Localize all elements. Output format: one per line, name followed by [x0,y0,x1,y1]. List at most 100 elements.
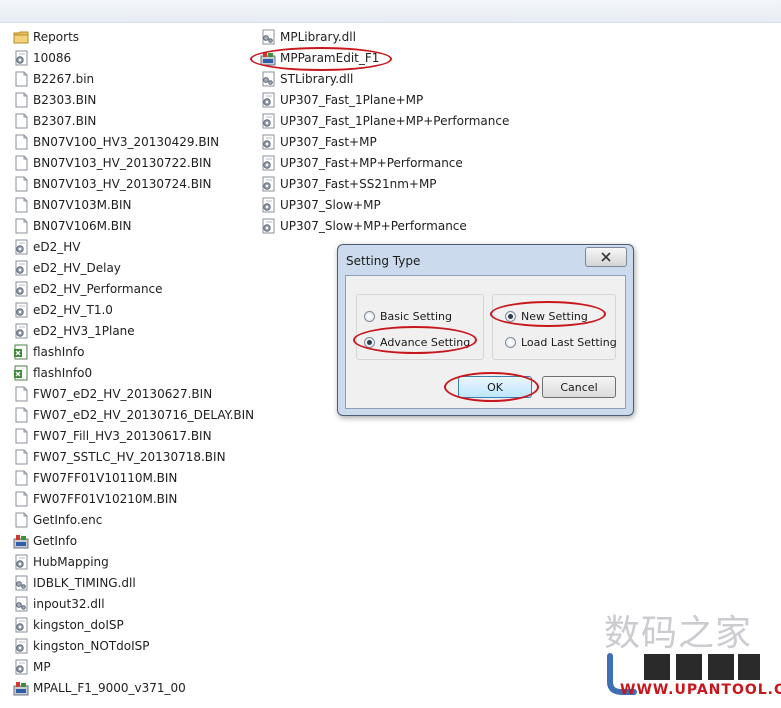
file-name: UP307_Fast+MP [280,135,377,149]
blank-file-icon [13,218,29,234]
file-item[interactable]: UP307_Slow+MP+Performance [260,217,469,235]
file-item[interactable]: UP307_Fast_1Plane+MP+Performance [260,112,511,130]
config-file-icon [260,113,276,129]
file-item[interactable]: MPParamEdit_F1 [260,49,381,67]
file-item[interactable]: inpout32.dll [13,595,107,613]
spreadsheet-file-icon [13,344,29,360]
config-file-icon [13,281,29,297]
file-name: BN07V103_HV_20130722.BIN [33,156,212,170]
config-file-icon [13,302,29,318]
file-item[interactable]: eD2_HV_Performance [13,280,165,298]
close-icon [601,252,611,262]
radio-load-last-setting-label: Load Last Setting [521,335,617,349]
file-item[interactable]: 10086 [13,49,73,67]
file-item[interactable]: B2267.bin [13,70,96,88]
config-file-icon [260,92,276,108]
file-item[interactable]: GetInfo.enc [13,511,104,529]
application-icon [13,533,29,549]
blank-file-icon [13,386,29,402]
config-file-icon [13,554,29,570]
radio-load-last-setting[interactable]: Load Last Setting [505,334,617,350]
blank-file-icon [13,470,29,486]
config-file-icon [13,239,29,255]
file-name: FW07_eD2_HV_20130627.BIN [33,387,213,401]
file-name: FW07FF01V10110M.BIN [33,471,178,485]
file-item[interactable]: UP307_Slow+MP [260,196,383,214]
dialog-client-area: Basic Setting Advance Setting New Settin… [345,275,626,409]
file-item[interactable]: FW07FF01V10210M.BIN [13,490,179,508]
radio-dot-new [505,310,516,322]
file-name: eD2_HV_Performance [33,282,163,296]
radio-basic-setting[interactable]: Basic Setting [364,308,452,324]
file-item[interactable]: FW07_SSTLC_HV_20130718.BIN [13,448,228,466]
file-name: eD2_HV3_1Plane [33,324,135,338]
file-item[interactable]: eD2_HV3_1Plane [13,322,137,340]
file-item[interactable]: UP307_Fast+SS21nm+MP [260,175,439,193]
file-name: UP307_Fast_1Plane+MP+Performance [280,114,510,128]
blank-file-icon [13,197,29,213]
cancel-button[interactable]: Cancel [542,376,616,398]
file-item[interactable]: flashInfo0 [13,364,94,382]
file-item[interactable]: kingston_NOTdoISP [13,637,152,655]
file-name: MPLibrary.dll [280,30,356,44]
explorer-toolbar-strip [0,0,781,23]
file-item[interactable]: flashInfo [13,343,86,361]
radio-dot-advance [364,336,375,348]
radio-dot-load-last [505,336,516,348]
file-item[interactable]: FW07_Fill_HV3_20130617.BIN [13,427,214,445]
file-item[interactable]: BN07V106M.BIN [13,217,134,235]
file-name: FW07_Fill_HV3_20130617.BIN [33,429,212,443]
file-name: eD2_HV [33,240,81,254]
config-file-icon [260,218,276,234]
file-item[interactable]: eD2_HV_Delay [13,259,123,277]
file-item[interactable]: BN07V103M.BIN [13,196,134,214]
blank-file-icon [13,134,29,150]
config-file-icon [13,260,29,276]
file-item[interactable]: eD2_HV_T1.0 [13,301,115,319]
file-item[interactable]: kingston_doISP [13,616,126,634]
radio-advance-setting-label: Advance Setting [380,335,471,349]
file-item[interactable]: STLibrary.dll [260,70,355,88]
file-item[interactable]: MPLibrary.dll [260,28,358,46]
ok-button[interactable]: OK [458,376,532,398]
file-name: UP307_Fast_1Plane+MP [280,93,424,107]
file-item[interactable]: GetInfo [13,532,79,550]
file-item[interactable]: FW07FF01V10110M.BIN [13,469,179,487]
setting-level-group [356,294,484,360]
radio-new-setting[interactable]: New Setting [505,308,588,324]
file-item[interactable]: MP [13,658,53,676]
file-item[interactable]: FW07_eD2_HV_20130716_DELAY.BIN [13,406,256,424]
file-name: B2303.BIN [33,93,97,107]
radio-dot-basic [364,310,375,322]
file-item[interactable]: Reports [13,28,81,46]
file-item[interactable]: B2303.BIN [13,91,98,109]
radio-advance-setting[interactable]: Advance Setting [364,334,470,350]
application-icon [13,680,29,696]
blank-file-icon [13,155,29,171]
file-item[interactable]: IDBLK_TIMING.dll [13,574,138,592]
close-button[interactable] [585,247,627,267]
file-item[interactable]: UP307_Fast+MP [260,133,379,151]
file-item[interactable]: UP307_Fast+MP+Performance [260,154,465,172]
radio-new-setting-label: New Setting [521,309,588,323]
file-item[interactable]: BN07V100_HV3_20130429.BIN [13,133,221,151]
folder-icon [13,29,29,45]
file-item[interactable]: FW07_eD2_HV_20130627.BIN [13,385,214,403]
file-item[interactable]: BN07V103_HV_20130722.BIN [13,154,213,172]
config-file-icon [260,176,276,192]
file-name: FW07_eD2_HV_20130716_DELAY.BIN [33,408,255,422]
config-file-icon [13,323,29,339]
dll-file-icon [13,575,29,591]
config-file-icon [260,134,276,150]
file-item[interactable]: eD2_HV [13,238,83,256]
file-name: BN07V106M.BIN [33,219,132,233]
file-item[interactable]: BN07V103_HV_20130724.BIN [13,175,213,193]
file-item[interactable]: MPALL_F1_9000_v371_00 [13,679,188,697]
config-file-icon [260,155,276,171]
blank-file-icon [13,407,29,423]
file-name: UP307_Slow+MP [280,198,381,212]
file-item[interactable]: HubMapping [13,553,111,571]
file-item[interactable]: UP307_Fast_1Plane+MP [260,91,425,109]
config-file-icon [13,659,29,675]
file-item[interactable]: B2307.BIN [13,112,98,130]
